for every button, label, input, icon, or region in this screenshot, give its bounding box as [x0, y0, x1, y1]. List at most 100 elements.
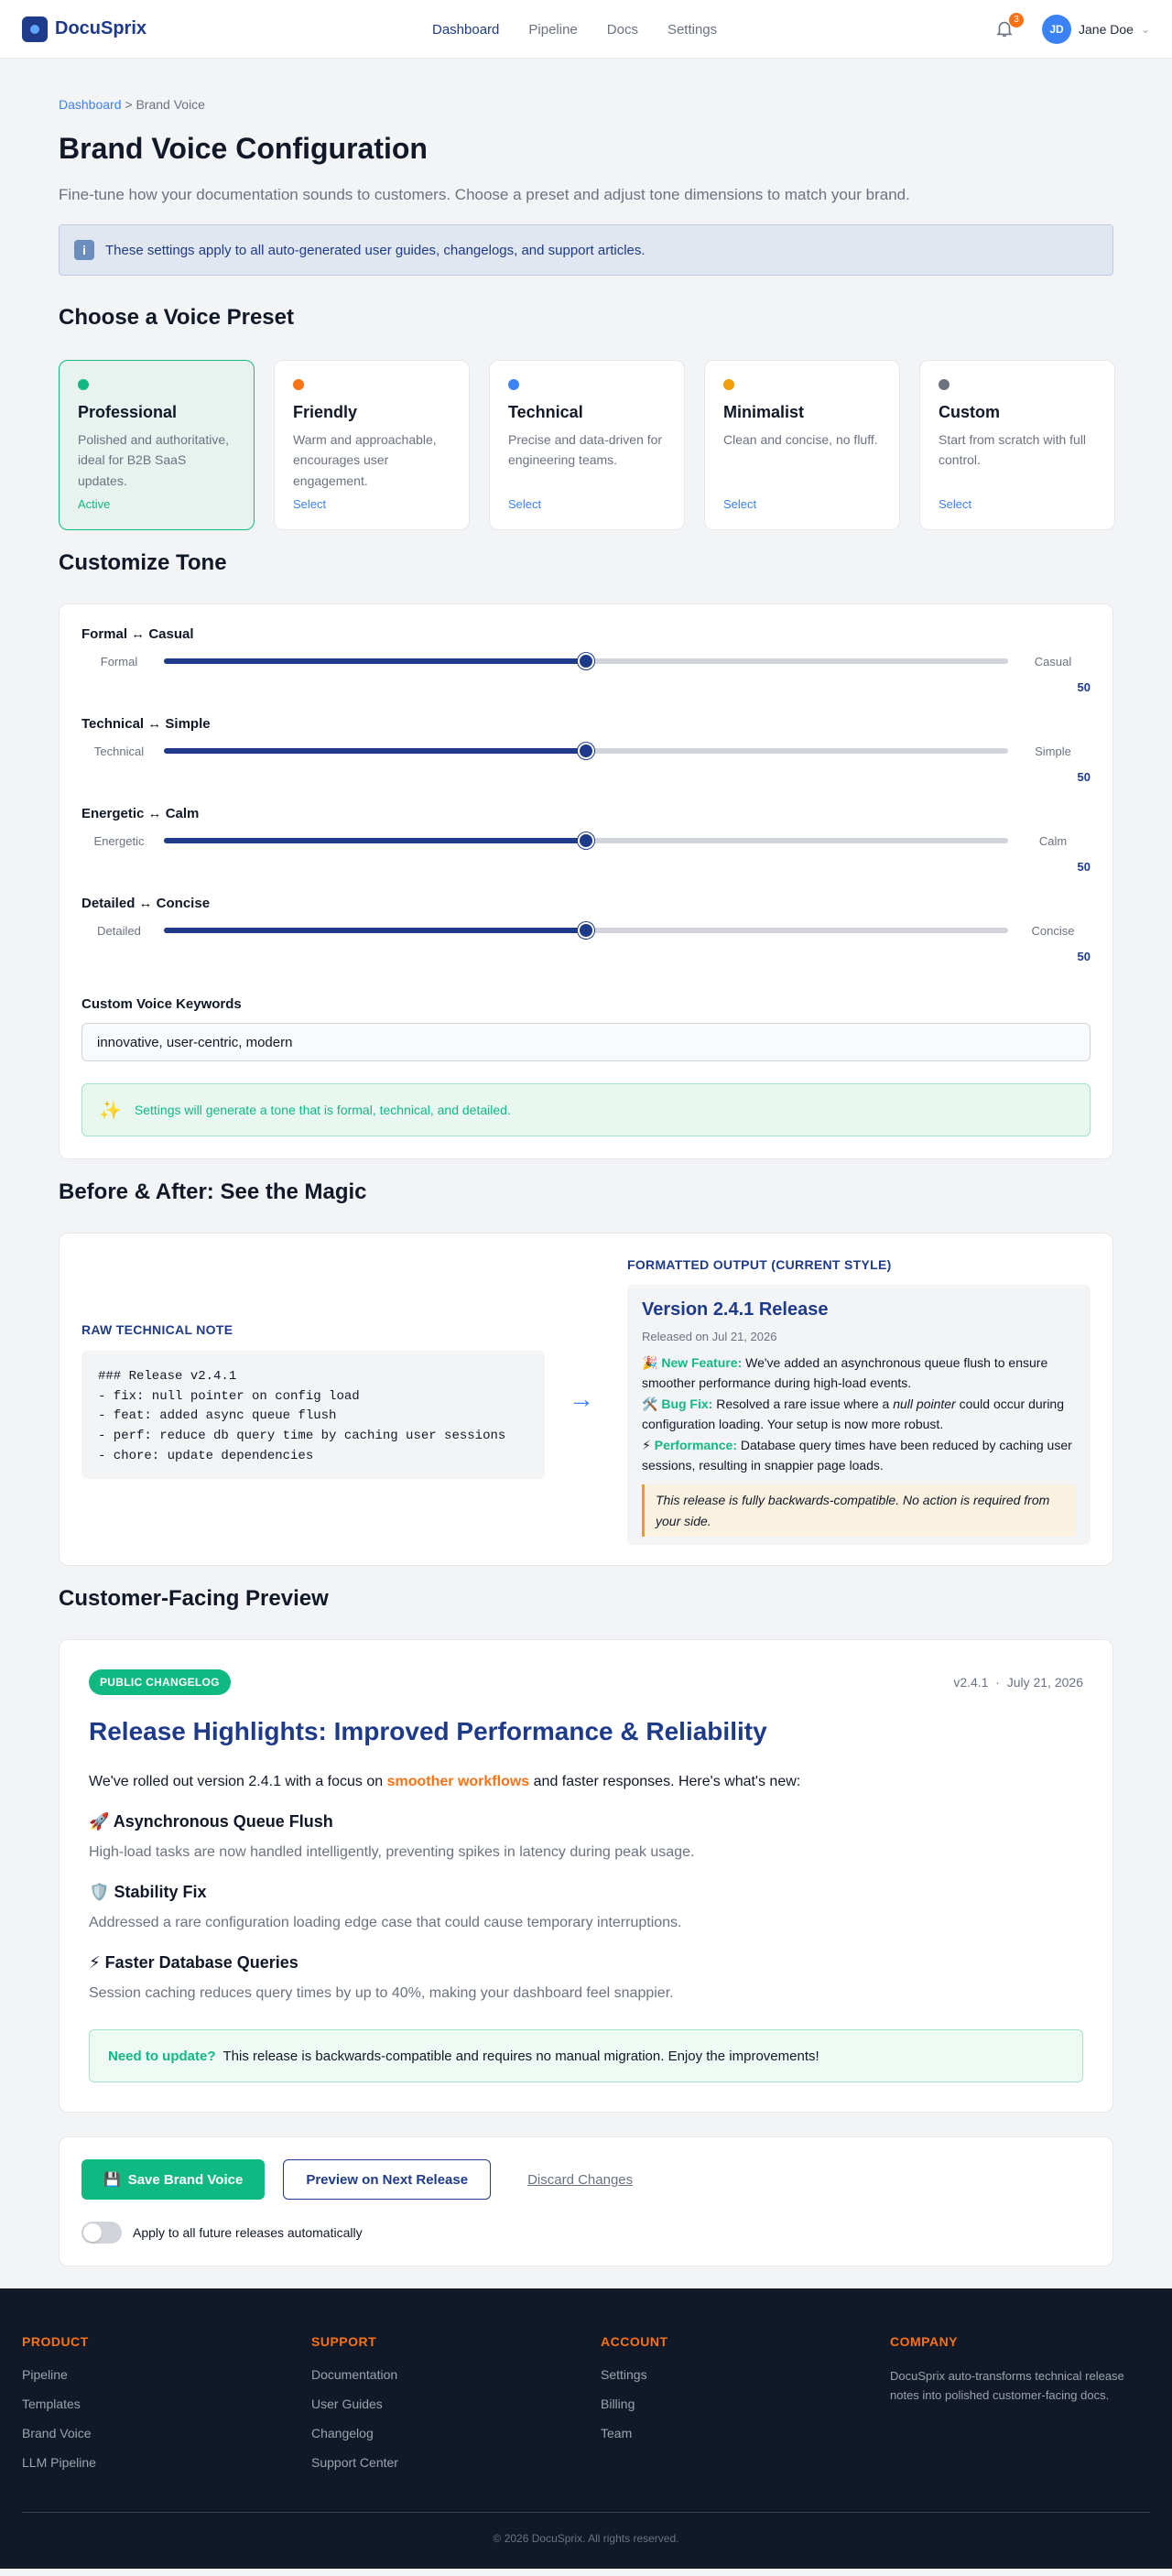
slider-track[interactable]	[164, 653, 1008, 669]
slider-max-label: Concise	[1031, 923, 1075, 938]
footer-link[interactable]: Templates	[22, 2397, 311, 2411]
footer-link[interactable]: Changelog	[311, 2426, 601, 2440]
slider-thumb[interactable]	[578, 832, 594, 849]
footer-column-account: ACCOUNT Settings Billing Team	[601, 2334, 890, 2470]
preset-dot	[723, 379, 734, 390]
slider-detailed-concise: Detailed ↔ Concise Detailed Concise 50	[81, 896, 1091, 963]
preset-active-label: Active	[78, 497, 111, 511]
intro-text: We've rolled out version 2.4.1 with a fo…	[89, 1774, 384, 1789]
code-line: - chore: update dependencies	[98, 1448, 314, 1463]
meta-separator: ·	[995, 1675, 1000, 1690]
user-name: Jane Doe	[1079, 21, 1134, 37]
page-subtitle: Fine-tune how your documentation sounds …	[59, 186, 910, 203]
breadcrumb-dashboard-link[interactable]: Dashboard	[59, 97, 122, 112]
footer-link[interactable]: Brand Voice	[22, 2426, 311, 2440]
preview-meta: v2.4.1 · July 21, 2026	[953, 1675, 1083, 1690]
page-title: Brand Voice Configuration	[59, 132, 428, 165]
footer-link[interactable]: Pipeline	[22, 2367, 311, 2382]
nav-item-settings[interactable]: Settings	[667, 22, 717, 38]
presets-title: Choose a Voice Preset	[59, 305, 294, 330]
app-name: DocuSprix	[55, 18, 147, 38]
slider-min-label: Energetic	[93, 833, 145, 848]
slider-track[interactable]	[164, 832, 1008, 849]
slider-thumb[interactable]	[578, 922, 594, 939]
preset-card-custom[interactable]: Custom Start from scratch with full cont…	[919, 360, 1115, 530]
code-line: - feat: added async queue flush	[98, 1408, 337, 1424]
intro-text: and faster responses. Here's what's new:	[533, 1774, 801, 1789]
preview-next-release-button[interactable]: Preview on Next Release	[283, 2159, 492, 2200]
preset-card-technical[interactable]: Technical Precise and data-driven for en…	[489, 360, 685, 530]
slider-thumb[interactable]	[578, 653, 594, 669]
toggle-knob	[83, 2223, 102, 2242]
toggle-label: Apply to all future releases automatical…	[133, 2225, 363, 2240]
footer-link[interactable]: Team	[601, 2426, 890, 2440]
footer-link[interactable]: User Guides	[311, 2397, 601, 2411]
footer-divider	[22, 2512, 1150, 2513]
nav-item-pipeline[interactable]: Pipeline	[528, 22, 577, 38]
preview-item-desc: Addressed a rare configuration loading e…	[89, 1915, 682, 1930]
slider-technical-simple: Technical ↔ Simple Technical Simple 50	[81, 716, 1091, 784]
preset-dot	[939, 379, 950, 390]
footer-link[interactable]: Settings	[601, 2367, 890, 2382]
footer-link[interactable]: Billing	[601, 2397, 890, 2411]
auto-apply-toggle[interactable]	[81, 2222, 122, 2244]
footer-link[interactable]: Documentation	[311, 2367, 601, 2382]
feature-tag: New Feature:	[661, 1355, 743, 1370]
info-banner: i These settings apply to all auto-gener…	[59, 224, 1113, 276]
slider-value: 50	[1077, 770, 1091, 784]
preset-name: Custom	[939, 403, 1000, 421]
preview-headline: Release Highlights: Improved Performance…	[89, 1717, 767, 1745]
slider-thumb[interactable]	[578, 743, 594, 759]
slider-min-label: Formal	[100, 654, 138, 668]
footer-column-company: COMPANY DocuSprix auto-transforms techni…	[890, 2334, 1143, 2470]
discard-changes-link[interactable]: Discard Changes	[509, 2172, 651, 2188]
slider-track[interactable]	[164, 922, 1008, 939]
notifications-button[interactable]: 3	[994, 12, 1024, 40]
preset-name: Friendly	[293, 403, 358, 421]
preset-select-link[interactable]: Select	[723, 497, 756, 511]
update-callout: Need to update? This release is backward…	[89, 2029, 1083, 2082]
preset-select-link[interactable]: Select	[939, 497, 971, 511]
save-brand-voice-button[interactable]: 💾 Save Brand Voice	[81, 2159, 266, 2200]
site-footer: PRODUCT Pipeline Templates Brand Voice L…	[0, 2288, 1172, 2569]
preview-item-desc: High-load tasks are now handled intellig…	[89, 1844, 695, 1860]
copyright: © 2026 DocuSprix. All rights reserved.	[493, 2532, 679, 2545]
preset-dot	[293, 379, 304, 390]
public-changelog-badge: PUBLIC CHANGELOG	[89, 1669, 231, 1695]
preset-name: Technical	[508, 403, 583, 421]
shield-icon: 🛡️	[89, 1883, 110, 1901]
code-line: - perf: reduce db query time by caching …	[98, 1429, 506, 1444]
footer-link[interactable]: LLM Pipeline	[22, 2455, 311, 2470]
preset-select-link[interactable]: Select	[508, 497, 541, 511]
footer-link[interactable]: Support Center	[311, 2455, 601, 2470]
slider-title: Energetic ↔ Calm	[81, 806, 200, 821]
logo-icon	[22, 16, 48, 42]
nav-item-docs[interactable]: Docs	[607, 22, 638, 38]
code-line: - fix: null pointer on config load	[98, 1388, 360, 1404]
preset-desc: Precise and data-driven for engineering …	[508, 432, 663, 468]
tone-card: Formal ↔ Casual Formal Casual 50 Technic…	[59, 603, 1113, 1159]
keywords-label: Custom Voice Keywords	[81, 996, 242, 1012]
preset-card-friendly[interactable]: Friendly Warm and approachable, encourag…	[274, 360, 470, 530]
nav-item-dashboard[interactable]: Dashboard	[432, 22, 499, 38]
preview-title: Customer-Facing Preview	[59, 1586, 329, 1611]
party-icon: 🎉	[642, 1355, 658, 1370]
footer-heading: PRODUCT	[22, 2334, 89, 2349]
breadcrumb: Dashboard > Brand Voice	[59, 97, 1113, 112]
preset-name: Minimalist	[723, 403, 805, 421]
user-menu[interactable]: JD Jane Doe ⌄	[1042, 14, 1150, 44]
preset-select-link[interactable]: Select	[293, 497, 326, 511]
preset-card-minimalist[interactable]: Minimalist Clean and concise, no fluff. …	[704, 360, 900, 530]
preview-item-title: Stability Fix	[114, 1883, 207, 1901]
keywords-input[interactable]	[81, 1023, 1091, 1061]
slider-track[interactable]	[164, 743, 1008, 759]
save-icon: 💾	[103, 2172, 121, 2188]
intro-highlight: smoother workflows	[386, 1774, 530, 1789]
formatted-output-label: FORMATTED OUTPUT (CURRENT STYLE)	[627, 1257, 892, 1272]
preview-item-title: Faster Database Queries	[104, 1953, 298, 1972]
main-content: Dashboard > Brand Voice Brand Voice Conf…	[59, 59, 1115, 2266]
preset-card-professional[interactable]: Professional Polished and authoritative,…	[59, 360, 255, 530]
footer-heading: COMPANY	[890, 2334, 959, 2349]
slider-max-label: Calm	[1038, 833, 1068, 848]
app-logo[interactable]: DocuSprix	[22, 16, 146, 42]
